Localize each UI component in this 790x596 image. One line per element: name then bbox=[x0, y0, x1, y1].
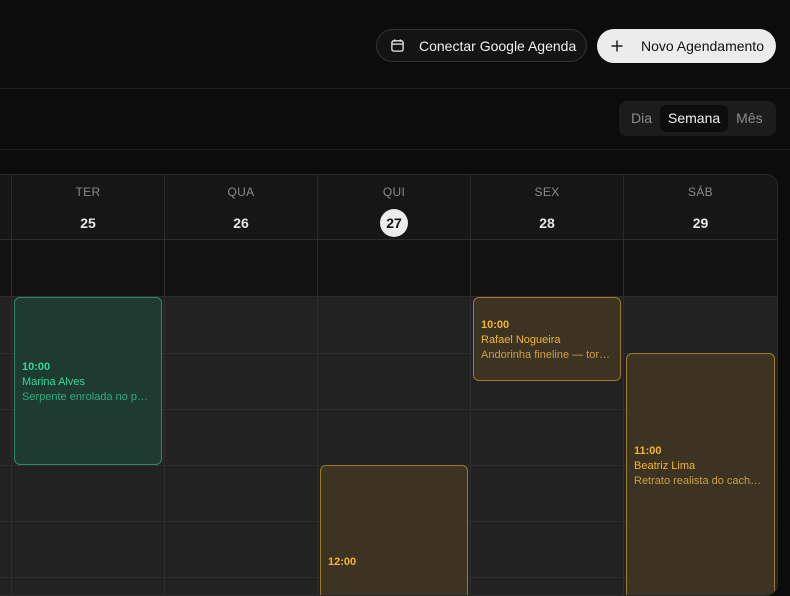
all-day-row[interactable] bbox=[0, 240, 777, 297]
connect-google-label: Conectar Google Agenda bbox=[419, 37, 577, 54]
day-header-fri[interactable]: SEX 28 bbox=[470, 175, 623, 239]
plus-icon bbox=[611, 40, 623, 52]
appointment-description: Serpente enrolada no punho bbox=[22, 391, 154, 403]
day-header-thu[interactable]: QUI 27 bbox=[317, 175, 470, 239]
week-calendar: TER 25 QUA 26 QUI 27 SEX 28 SÁB 29 10:00… bbox=[0, 174, 778, 596]
view-option-week[interactable]: Semana bbox=[660, 105, 729, 132]
new-appointment-label: Novo Agendamento bbox=[641, 38, 764, 54]
day-header-sat[interactable]: SÁB 29 bbox=[623, 175, 777, 239]
day-number: 26 bbox=[233, 215, 249, 231]
day-header-row: TER 25 QUA 26 QUI 27 SEX 28 SÁB 29 bbox=[0, 175, 777, 240]
day-name: SÁB bbox=[688, 185, 713, 199]
day-name: SEX bbox=[534, 185, 560, 199]
day-name: TER bbox=[75, 185, 101, 199]
appointment-client: Rafael Nogueira bbox=[481, 334, 561, 346]
calendar-icon bbox=[391, 39, 404, 52]
connect-google-calendar-button[interactable]: Conectar Google Agenda bbox=[376, 29, 587, 62]
view-option-month[interactable]: Mês bbox=[728, 105, 770, 132]
appointment-thursday[interactable]: 12:00 bbox=[320, 465, 468, 595]
day-name: QUA bbox=[227, 185, 255, 199]
view-option-day[interactable]: Dia bbox=[623, 105, 660, 132]
appointment-time: 10:00 bbox=[481, 319, 510, 331]
view-toggle: Dia Semana Mês bbox=[619, 101, 776, 136]
time-grid[interactable]: 10:00 Marina Alves Serpente enrolada no … bbox=[0, 297, 777, 595]
today-day-number: 27 bbox=[380, 209, 408, 237]
day-number: 28 bbox=[539, 215, 555, 231]
top-bar: Conectar Google Agenda Novo Agendamento bbox=[0, 0, 790, 89]
appointment-time: 11:00 bbox=[634, 445, 662, 457]
appointment-time: 12:00 bbox=[328, 556, 357, 568]
day-number: 25 bbox=[80, 215, 96, 231]
appointment-description: Andorinha fineline — tornozelo bbox=[481, 349, 613, 361]
day-name: QUI bbox=[382, 185, 406, 199]
appointment-client: Beatriz Lima bbox=[634, 460, 696, 472]
appointment-time: 10:00 bbox=[22, 361, 51, 373]
appointment-rafael-nogueira[interactable]: 10:00 Rafael Nogueira Andorinha fineline… bbox=[473, 297, 621, 381]
appointment-marina-alves[interactable]: 10:00 Marina Alves Serpente enrolada no … bbox=[14, 297, 162, 465]
day-header-tue[interactable]: TER 25 bbox=[11, 175, 164, 239]
appointment-client: Marina Alves bbox=[22, 376, 85, 388]
day-header-wed[interactable]: QUA 26 bbox=[164, 175, 317, 239]
day-number: 29 bbox=[692, 215, 709, 231]
appointment-description: Retrato realista do cachorro bbox=[634, 475, 767, 487]
new-appointment-button[interactable]: Novo Agendamento bbox=[597, 29, 776, 63]
